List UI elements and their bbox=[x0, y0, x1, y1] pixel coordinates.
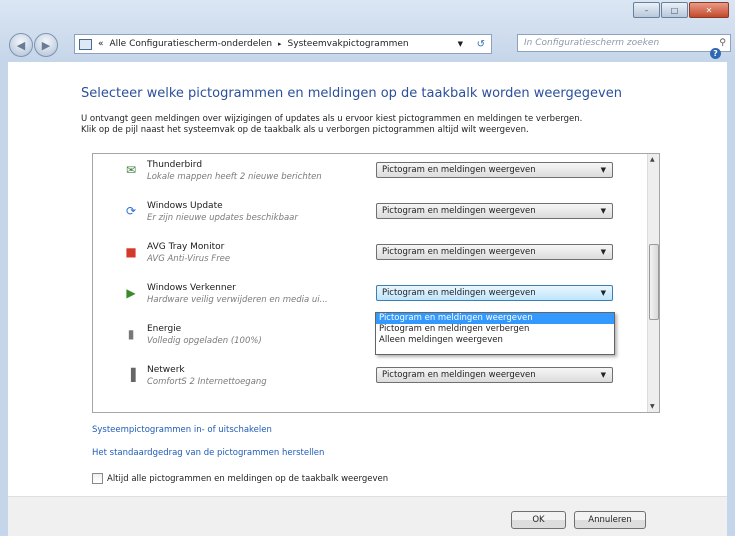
item-description: Er zijn nieuwe updates beschikbaar bbox=[147, 213, 298, 223]
scroll-down-icon[interactable]: ▼ bbox=[650, 403, 655, 410]
dropdown-option-show-icon-notifications[interactable]: Pictogram en meldingen weergeven bbox=[376, 313, 614, 324]
control-panel-window: – □ ✕ ◀ ▶ « Alle Configuratiescherm-onde… bbox=[0, 0, 735, 536]
close-button[interactable]: ✕ bbox=[689, 2, 729, 18]
list-item-windows-update: ⟳ Windows Update Er zijn nieuwe updates … bbox=[93, 201, 648, 241]
control-panel-icon bbox=[79, 38, 92, 50]
chevron-down-icon: ▼ bbox=[600, 289, 606, 297]
safely-remove-hardware-icon: ▶ bbox=[126, 286, 136, 300]
ok-button[interactable]: OK bbox=[511, 511, 566, 529]
dropdown-option-hide-icon-notifications[interactable]: Pictogram en meldingen verbergen bbox=[376, 324, 614, 335]
behavior-select[interactable]: Pictogram en meldingen weergeven ▼ bbox=[376, 162, 613, 178]
breadcrumb-all-control-panel-items[interactable]: Alle Configuratiescherm-onderdelen bbox=[107, 39, 276, 49]
item-description: AVG Anti-Virus Free bbox=[147, 254, 231, 264]
windows-update-icon: ⟳ bbox=[125, 204, 137, 218]
item-title: AVG Tray Monitor bbox=[147, 242, 225, 252]
item-title: Netwerk bbox=[147, 365, 185, 375]
maximize-button[interactable]: □ bbox=[661, 2, 688, 18]
behavior-value: Pictogram en meldingen weergeven bbox=[382, 247, 536, 257]
back-button[interactable]: ◀ bbox=[9, 33, 33, 57]
address-bar[interactable]: « Alle Configuratiescherm-onderdelen ▸ S… bbox=[74, 34, 492, 54]
page-title: Selecteer welke pictogrammen en meldinge… bbox=[81, 86, 622, 101]
system-icons-link[interactable]: Systeempictogrammen in- of uitschakelen bbox=[92, 425, 272, 435]
arrow-right-icon: ▶ bbox=[41, 38, 51, 52]
behavior-value: Pictogram en meldingen weergeven bbox=[382, 206, 536, 216]
behavior-select[interactable]: Pictogram en meldingen weergeven ▼ bbox=[376, 367, 613, 383]
dialog-footer: OK Annuleren bbox=[8, 496, 727, 536]
forward-button[interactable]: ▶ bbox=[34, 33, 58, 57]
chevron-down-icon: ▼ bbox=[600, 371, 606, 379]
item-title: Thunderbird bbox=[147, 160, 203, 170]
battery-icon: ▮ bbox=[127, 327, 135, 341]
behavior-select[interactable]: Pictogram en meldingen weergeven ▼ bbox=[376, 244, 613, 260]
item-description: Volledig opgeladen (100%) bbox=[147, 336, 262, 346]
chevron-down-icon: ▼ bbox=[600, 207, 606, 215]
help-icon[interactable]: ? bbox=[710, 48, 721, 59]
cancel-button[interactable]: Annuleren bbox=[574, 511, 646, 529]
breadcrumb-notification-area-icons[interactable]: Systeemvakpictogrammen bbox=[285, 39, 412, 49]
breadcrumb-overflow[interactable]: « bbox=[95, 39, 107, 49]
scrollbar-thumb[interactable] bbox=[649, 244, 659, 320]
address-dropdown-icon[interactable]: ▼ bbox=[458, 40, 463, 48]
intro-text: U ontvangt geen meldingen over wijziging… bbox=[81, 114, 701, 136]
refresh-icon[interactable]: ↺ bbox=[477, 39, 485, 50]
chevron-down-icon: ▼ bbox=[600, 248, 606, 256]
item-description: Lokale mappen heeft 2 nieuwe berichten bbox=[147, 172, 322, 182]
behavior-select[interactable]: Pictogram en meldingen weergeven ▼ bbox=[376, 203, 613, 219]
list-item-netwerk: ▐ Netwerk ComfortS 2 Internettoegang Pic… bbox=[93, 365, 648, 405]
breadcrumb-separator-icon[interactable]: ▸ bbox=[275, 40, 285, 48]
item-description: Hardware veilig verwijderen en media ui.… bbox=[147, 295, 328, 305]
item-description: ComfortS 2 Internettoegang bbox=[147, 377, 267, 387]
minimize-button[interactable]: – bbox=[633, 2, 660, 18]
behavior-value: Pictogram en meldingen weergeven bbox=[382, 165, 536, 175]
content-pane: ? Selecteer welke pictogrammen en meldin… bbox=[8, 48, 727, 496]
list-item-thunderbird: ✉ Thunderbird Lokale mappen heeft 2 nieu… bbox=[93, 160, 648, 200]
search-placeholder: In Configuratiescherm zoeken bbox=[524, 38, 660, 48]
avg-icon: ■ bbox=[125, 245, 137, 259]
item-title: Energie bbox=[147, 324, 182, 334]
item-title: Windows Update bbox=[147, 201, 223, 211]
search-input[interactable]: In Configuratiescherm zoeken ⚲ bbox=[517, 34, 731, 52]
behavior-value: Pictogram en meldingen weergeven bbox=[382, 288, 536, 298]
list-item-avg-tray-monitor: ■ AVG Tray Monitor AVG Anti-Virus Free P… bbox=[93, 242, 648, 282]
dropdown-option-only-notifications[interactable]: Alleen meldingen weergeven bbox=[376, 335, 614, 346]
intro-line-1: U ontvangt geen meldingen over wijziging… bbox=[81, 114, 583, 124]
thunderbird-icon: ✉ bbox=[125, 163, 137, 177]
notification-icons-list: ✉ Thunderbird Lokale mappen heeft 2 nieu… bbox=[92, 153, 660, 413]
behavior-select[interactable]: Pictogram en meldingen weergeven ▼ bbox=[376, 285, 613, 301]
scroll-up-icon[interactable]: ▲ bbox=[650, 156, 655, 163]
always-show-checkbox[interactable]: Altijd alle pictogrammen en meldingen op… bbox=[92, 473, 388, 484]
item-title: Windows Verkenner bbox=[147, 283, 236, 293]
list-scrollbar[interactable]: ▲ ▼ bbox=[647, 154, 659, 412]
behavior-value: Pictogram en meldingen weergeven bbox=[382, 370, 536, 380]
intro-line-2: Klik op de pijl naast het systeemvak op … bbox=[81, 125, 529, 135]
navigation-bar: ◀ ▶ « Alle Configuratiescherm-onderdelen… bbox=[0, 30, 735, 60]
search-icon: ⚲ bbox=[719, 38, 726, 48]
arrow-left-icon: ◀ bbox=[16, 38, 26, 52]
checkbox-label: Altijd alle pictogrammen en meldingen op… bbox=[107, 473, 389, 484]
window-caption-buttons: – □ ✕ bbox=[633, 2, 729, 18]
network-icon: ▐ bbox=[126, 368, 136, 382]
chevron-down-icon: ▼ bbox=[600, 166, 606, 174]
checkbox-box[interactable] bbox=[92, 473, 103, 484]
restore-default-link[interactable]: Het standaardgedrag van de pictogrammen … bbox=[92, 448, 324, 458]
behavior-dropdown-list: Pictogram en meldingen weergeven Pictogr… bbox=[375, 312, 615, 355]
